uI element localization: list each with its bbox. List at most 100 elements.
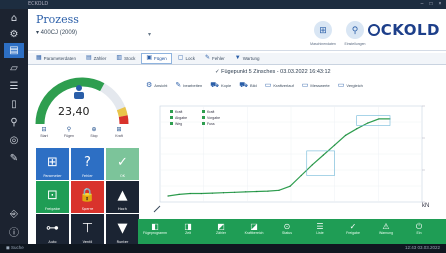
status-cell-2[interactable]: ◩ Zähler (208, 222, 234, 236)
tab-4[interactable]: ▢ Lock (174, 53, 199, 64)
tile-caption: Fehler (82, 174, 93, 178)
chart-toolbar: ⚙ Ansicht ✎ bearbeiten ⛟ Kopie ⛟ Bild ▭ Kraftverl… (140, 78, 446, 92)
tile-caption: Sperre (81, 207, 94, 211)
mini-status-2[interactable]: ⊕ Stop (84, 126, 104, 138)
chart-tool-label: Bild (250, 82, 257, 88)
tile-freigabe[interactable]: ⊡ Freigabe (36, 181, 69, 213)
status-cell-4[interactable]: ⊙ Status (274, 222, 300, 236)
home-icon[interactable]: ⌂ (4, 11, 24, 26)
tab-1[interactable]: ▤ Zähler (82, 53, 110, 64)
tile-runter[interactable]: ▼ Runter (106, 214, 139, 246)
data-point (333, 144, 336, 146)
settings-icon[interactable]: ⚙ (4, 27, 24, 42)
legend-swatch (202, 110, 205, 113)
chart-tool-icon: ⚙ (146, 82, 153, 89)
taskbar-clock: 12:43 03.03.2022 (404, 245, 440, 250)
data-point (222, 192, 225, 194)
zoom-handle (153, 205, 161, 213)
chart-tool-4[interactable]: ▭ Kraftverlauf (265, 81, 294, 89)
tab-icon: ▦ (36, 55, 42, 61)
title-bar: ECKOLD – □ × (0, 0, 446, 9)
status-cell-6[interactable]: ✓ Freigabe (340, 222, 366, 236)
close-button[interactable]: × (437, 1, 443, 7)
status-cell-0[interactable]: ◧ Fügeprogramm (142, 222, 168, 236)
tile-icon: 🔒 (79, 187, 96, 203)
status-cell-8[interactable]: ⏻ Ein (406, 222, 432, 236)
chart-tool-3[interactable]: ⛟ Bild (239, 81, 256, 90)
tab-5[interactable]: ✎ Fehler (201, 53, 229, 64)
tab-6[interactable]: ▼ Wartung (231, 53, 264, 64)
settings-button[interactable]: ⚲ (346, 21, 364, 39)
force-chart: Kraft Abgabe Weg Kraft Vorgabe Fuss (153, 105, 425, 213)
tab-icon: ✎ (204, 55, 210, 61)
eckold-logo: CKOLD (367, 21, 440, 39)
tile-ok[interactable]: ✓ OK (106, 148, 139, 180)
document-icon[interactable]: ▯ (4, 97, 24, 112)
chart-tool-1[interactable]: ✎ bearbeiten (175, 81, 202, 89)
mini-status-0[interactable]: ⊟ Start (34, 126, 54, 138)
tab-0[interactable]: ▦ Parameterdaten (32, 53, 80, 64)
gauge-fill-red (118, 115, 129, 125)
tile-parameter[interactable]: ⊞ Parameter (36, 148, 69, 180)
chart-icon[interactable]: ▱ (4, 61, 24, 76)
user-icon[interactable]: ⚲ (4, 115, 24, 130)
data-point (322, 154, 324, 156)
status-icon: ⏻ (415, 222, 423, 231)
tab-label: Fügen (154, 56, 167, 61)
operator-icon (74, 85, 84, 99)
chart-tool-0[interactable]: ⚙ Ansicht (146, 81, 167, 89)
list-icon[interactable]: ☰ (4, 79, 24, 94)
tab-icon: ▢ (177, 55, 184, 61)
app-window: ECKOLD – □ × ⌂ ⚙ ▤ ▱ ☰ ▯ ⚲ ◎ ✎ ⎆ ⓘ Proze… (0, 0, 446, 253)
process-icon[interactable]: ▤ (4, 43, 24, 58)
tile-fehler[interactable]: ? Fehler (71, 148, 104, 180)
data-point (211, 192, 213, 194)
tile-caption: Hoch (118, 207, 127, 211)
mini-status-icon: ⊕ (91, 127, 97, 133)
status-cell-5[interactable]: ☰ Liste (307, 222, 333, 236)
mini-status-icon: ⊟ (41, 127, 47, 133)
chart-tool-label: Kraftverlauf (273, 82, 294, 88)
taskbar-search[interactable]: ◼ Suche (6, 245, 24, 251)
mini-status-row: ⊟ Start ⚲ Fügen ⊕ Stop ⊞ Kraft (34, 126, 134, 146)
chevron-down-icon[interactable]: ▾ (148, 31, 151, 38)
minimize-button[interactable]: – (419, 1, 425, 7)
chart-tool-2[interactable]: ⛟ Kopie (210, 81, 231, 90)
tile-hoch[interactable]: ▲ Hoch (106, 181, 139, 213)
chart-tool-5[interactable]: ▭ Messwerte (302, 81, 330, 89)
status-icon: ✓ (349, 222, 357, 231)
legend-swatch (170, 110, 173, 113)
info-icon[interactable]: ⓘ (4, 224, 24, 239)
data-point (345, 134, 347, 136)
chart-tool-icon: ⛟ (210, 81, 219, 89)
force-value: 23,40 (58, 105, 90, 118)
edit-icon[interactable]: ✎ (4, 151, 24, 166)
tile-auto[interactable]: ⊶ Auto (36, 214, 69, 246)
tile-ventil[interactable]: ⊤ Ventil (71, 214, 104, 246)
tab-3[interactable]: ▣ Fügen (141, 53, 172, 64)
machine-data-button[interactable]: ⊞ (314, 21, 332, 39)
window-controls: – □ × (419, 1, 443, 7)
header: Prozess ▾ 400CJ (2009) ▾ ⊞ Maschinendate… (28, 9, 446, 51)
tab-label: Fehler (211, 56, 225, 61)
data-point (356, 128, 358, 130)
status-icon: ◨ (184, 222, 192, 231)
chart-tool-icon: ✎ (175, 82, 182, 89)
machine-select[interactable]: ▾ 400CJ (2009) (36, 29, 77, 36)
tab-2[interactable]: ▥ Stock (112, 53, 139, 64)
mini-status-3[interactable]: ⊞ Kraft (109, 126, 129, 138)
chart-tool-label: Messwerte (310, 82, 330, 88)
mini-status-icon: ⚲ (66, 127, 72, 133)
data-point (167, 195, 169, 197)
status-cell-1[interactable]: ◨ Zeit (175, 222, 201, 236)
maximize-button[interactable]: □ (428, 1, 434, 7)
data-point (311, 164, 313, 166)
mini-status-1[interactable]: ⚲ Fügen (59, 126, 79, 138)
logout-icon[interactable]: ⎆ (4, 207, 24, 222)
chart-tool-6[interactable]: ▭ Vergleich (338, 81, 363, 89)
status-cell-7[interactable]: ⚠ Warnung (373, 222, 399, 236)
status-cell-3[interactable]: ◪ Kraftbereich (241, 222, 267, 236)
circle-icon[interactable]: ◎ (4, 133, 24, 148)
tab-label: Stock (124, 56, 136, 61)
tile-sperre[interactable]: 🔒 Sperre (71, 181, 104, 213)
